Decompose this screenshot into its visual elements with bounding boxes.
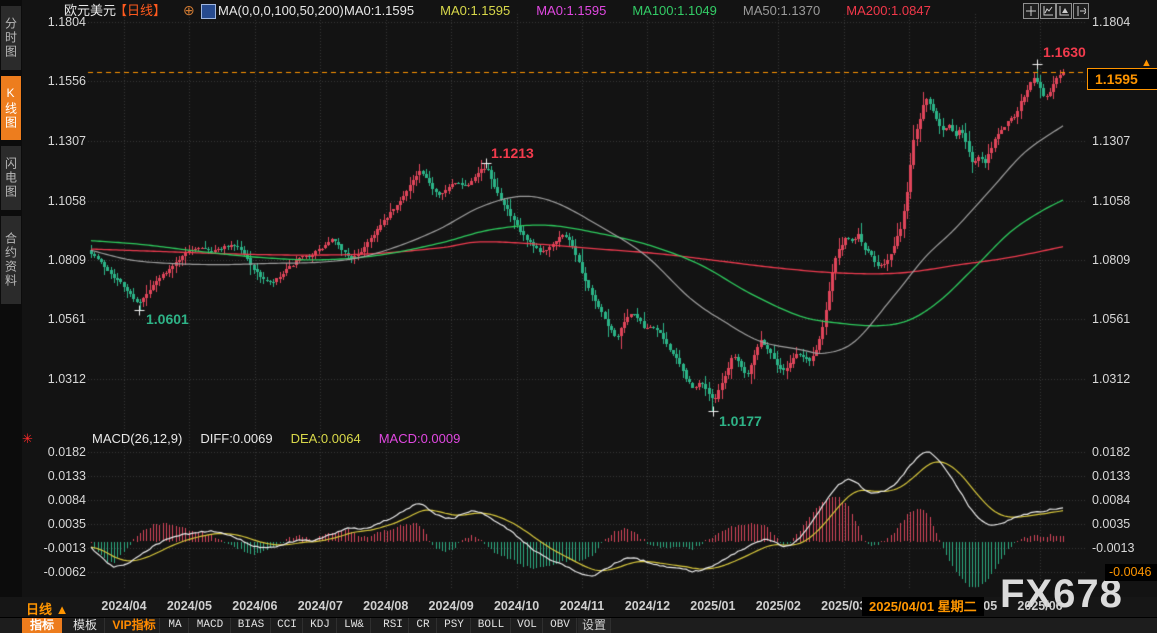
macd-tick: 0.0182 [1092,445,1154,460]
macd-tick: -0.0062 [34,565,86,580]
price-annotation: 1.0601 [146,311,189,327]
sidebar-item-2[interactable]: K线图 [1,76,21,140]
price-tick: 1.1804 [34,15,86,30]
price-tick: 1.1307 [34,134,86,149]
macd-tick: -0.0013 [34,541,86,556]
price-tick: 1.0312 [1092,372,1154,387]
price-tick: 1.1556 [34,74,86,89]
period-title: 【日线】 [114,2,166,19]
month-label: 2025/01 [685,599,741,613]
toolbar-item-BOLL[interactable]: BOLL [472,618,511,633]
month-label: 2024/05 [161,599,217,613]
ma-values: MA0:1.1595 MA0:1.1595 MA0:1.1595 MA100:1.10… [344,2,931,19]
ma-value: MA200:1.0847 [846,2,931,19]
ma-settings-label: MA(0,0,0,100,50,200) [218,2,344,19]
macd-header-item: MACD(26,12,9) [92,431,182,447]
plus-icon[interactable]: ⊕ [183,2,195,19]
price-annotation: 1.1213 [491,145,534,161]
period-selector[interactable]: 日线 ▲ [26,599,68,618]
toolbar-item-CCI[interactable]: CCI [272,618,303,633]
date-tooltip: 2025/04/01 星期二 [862,597,984,616]
macd-tick: 0.0035 [1092,517,1154,532]
month-label: 2024/04 [96,599,152,613]
macd-header-item: DIFF:0.0069 [200,431,272,447]
price-tick: 1.0809 [34,253,86,268]
price-tick: 1.1307 [1092,134,1154,149]
macd-tick: -0.0013 [1092,541,1154,556]
ma-value: MA0:1.1595 [344,2,414,19]
month-label: 2024/10 [489,599,545,613]
axis-play-icon[interactable] [1056,3,1072,19]
indicator-marker-icon[interactable]: ✳ [22,431,33,447]
ma-value: MA50:1.1370 [743,2,820,19]
exit-right-icon[interactable] [1073,3,1089,19]
scroll-latest-icon[interactable]: ▲ [1141,57,1152,69]
ma-value: MA100:1.1049 [632,2,717,19]
month-label: 2024/12 [619,599,675,613]
sidebar: 分时图 K线图闪电图合约资料 [0,0,22,597]
price-annotation: 1.0177 [719,413,762,429]
month-label: 2024/08 [358,599,414,613]
axis-chart-icon[interactable] [1040,3,1056,19]
sidebar-item-4[interactable]: 合约资料 [1,216,21,304]
macd-current-value: -0.0046 [1105,564,1157,581]
toolbar-item-KDJ[interactable]: KDJ [304,618,337,633]
macd-tick: 0.0084 [1092,493,1154,508]
toolbar-item-MACD[interactable]: MACD [190,618,231,633]
toolbar-item-CR[interactable]: CR [410,618,437,633]
price-tick: 1.0312 [34,372,86,387]
pan-icon[interactable] [1023,3,1039,19]
macd-header-item: DEA:0.0064 [291,431,361,447]
month-label: 2024/09 [423,599,479,613]
toolbar-item-RSI[interactable]: RSI [378,618,409,633]
month-label: 2024/06 [227,599,283,613]
month-label: 2025/02 [750,599,806,613]
toolbar-item-VOL[interactable]: VOL [512,618,543,633]
month-label: 2025/06 [1012,599,1068,613]
sidebar-item-3[interactable]: 闪电图 [1,146,21,210]
macd-tick: 0.0182 [34,445,86,460]
price-tick: 1.0809 [1092,253,1154,268]
toolbar-item-模板[interactable]: 模板 [66,618,105,633]
price-tick: 1.1058 [1092,194,1154,209]
toolbar-item-指标[interactable]: 指标 [22,618,62,633]
toolbar-item-设置[interactable]: 设置 [578,618,611,633]
price-tick: 1.1804 [1092,15,1154,30]
current-price-label: 1.1595 [1087,68,1157,90]
month-label: 2024/07 [292,599,348,613]
price-annotation: 1.1630 [1043,44,1086,60]
macd-header: MACD(26,12,9) DIFF:0.0069 DEA:0.0064 MACD:0… [92,431,460,447]
toolbar-item-OBV[interactable]: OBV [544,618,577,633]
macd-tick: 0.0133 [34,469,86,484]
sidebar-item-1[interactable]: 分时图 [1,6,21,70]
toolbar-item-VIP指标[interactable]: VIP指标 [109,618,160,633]
toolbar-item-PSY[interactable]: PSY [438,618,471,633]
chart-app: FX678 欧元美元 【日线】 ⊕ MA(0,0,0,100,50,200) M… [0,0,1157,633]
toolbar-item-LW&[interactable]: LW& [338,618,371,633]
toolbar-item-MA[interactable]: MA [162,618,189,633]
macd-tick: 0.0035 [34,517,86,532]
price-tick: 1.1058 [34,194,86,209]
mini-chart-icon[interactable] [201,4,216,19]
ma-value: MA0:1.1595 [440,2,510,19]
ma-value: MA0:1.1595 [536,2,606,19]
macd-tick: 0.0133 [1092,469,1154,484]
macd-header-item: MACD:0.0009 [379,431,461,447]
toolbar-item-BIAS[interactable]: BIAS [232,618,271,633]
month-label: 2024/11 [554,599,610,613]
macd-tick: 0.0084 [34,493,86,508]
price-tick: 1.0561 [34,312,86,327]
price-tick: 1.0561 [1092,312,1154,327]
